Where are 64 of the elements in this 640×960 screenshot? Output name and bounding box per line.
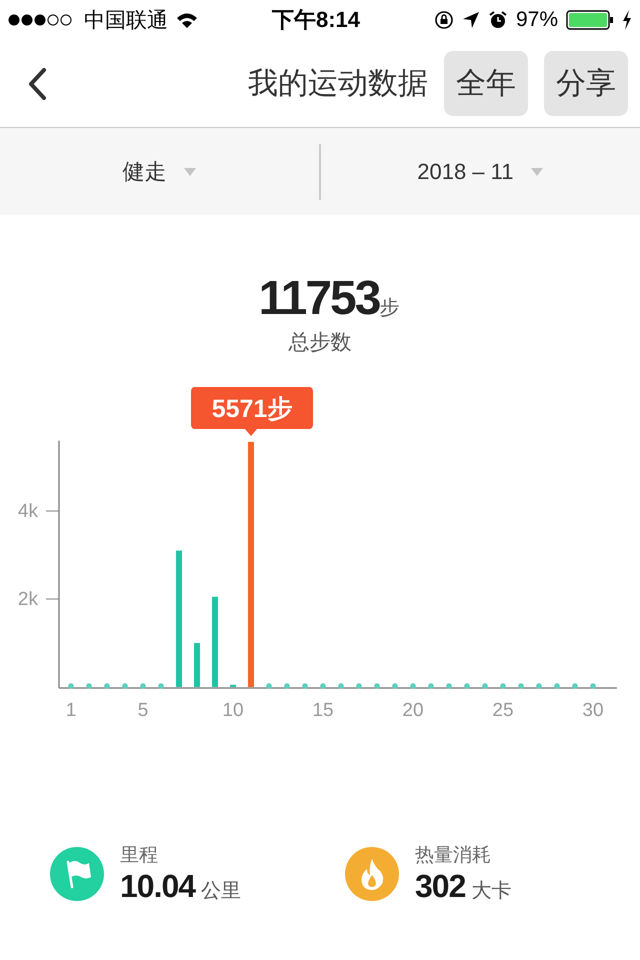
filter-dropdown[interactable]: 健走 [0,142,320,202]
zero-dot [284,683,290,689]
stat-value: 302 [415,868,466,905]
x-tick-label: 30 [582,700,604,721]
zero-dot [482,683,488,689]
zero-dot [410,683,416,689]
charging-bolt-icon [622,10,632,30]
zero-dot [572,683,578,689]
value-tooltip: 5571步 [191,387,313,436]
bar [194,643,200,687]
stat-label: 里程 [120,844,159,868]
battery-icon [566,10,614,30]
page-title: 我的运动数据 [248,66,428,102]
y-tick-label: 4k [18,501,38,522]
x-tick-label: 5 [138,700,148,721]
zero-dot [86,683,92,689]
zero-dot [464,683,470,689]
dropdown-caret-icon [182,166,197,176]
stat-unit: 公里 [201,879,242,904]
zero-dot [320,683,326,689]
x-tick-label: 10 [222,700,244,721]
zero-dot [68,683,74,689]
zero-dot [446,683,452,689]
stat-unit: 大卡 [471,879,512,904]
x-tick-label: 25 [492,700,514,721]
bar [230,684,236,687]
stat-value: 10.04 [120,868,196,905]
rotation-lock-icon [434,10,454,30]
zero-dot [302,683,308,689]
zero-dot [374,683,380,689]
stat-label: 热量消耗 [415,844,492,868]
zero-dot [338,683,344,689]
zero-dot [122,683,128,689]
zero-dot [536,683,542,689]
zero-dot [518,683,524,689]
zero-dot [392,683,398,689]
wifi-icon [176,12,198,28]
nav-button[interactable]: 全年 [444,51,528,116]
total-steps-label: 总步数 [288,330,352,356]
zero-dot [428,683,434,689]
signal-icon [8,14,74,26]
back-button[interactable] [26,66,48,100]
total-steps-value: 11753 [258,271,380,326]
zero-dot [158,683,164,689]
location-arrow-icon [462,11,480,29]
x-tick-label: 1 [66,700,76,721]
dropdown-caret-icon [530,166,544,176]
filter-dropdown[interactable]: 2018 – 11 [320,142,640,202]
x-tick-label: 20 [402,700,424,721]
x-tick-label: 15 [312,700,334,721]
carrier-name: 中国联通 [84,8,168,34]
zero-dot [140,683,146,689]
zero-dot [554,683,560,689]
steps-unit: 步 [379,297,400,321]
zero-dot [104,683,110,689]
zero-dot [266,683,272,689]
alarm-clock-icon [488,10,508,30]
nav-button[interactable]: 分享 [544,51,628,116]
zero-dot [590,683,596,689]
y-tick-label: 2k [18,589,38,610]
zero-dot [356,683,362,689]
clock-time: 下午8:14 [272,6,360,34]
battery-percent: 97% [516,8,558,32]
zero-dot [500,683,506,689]
